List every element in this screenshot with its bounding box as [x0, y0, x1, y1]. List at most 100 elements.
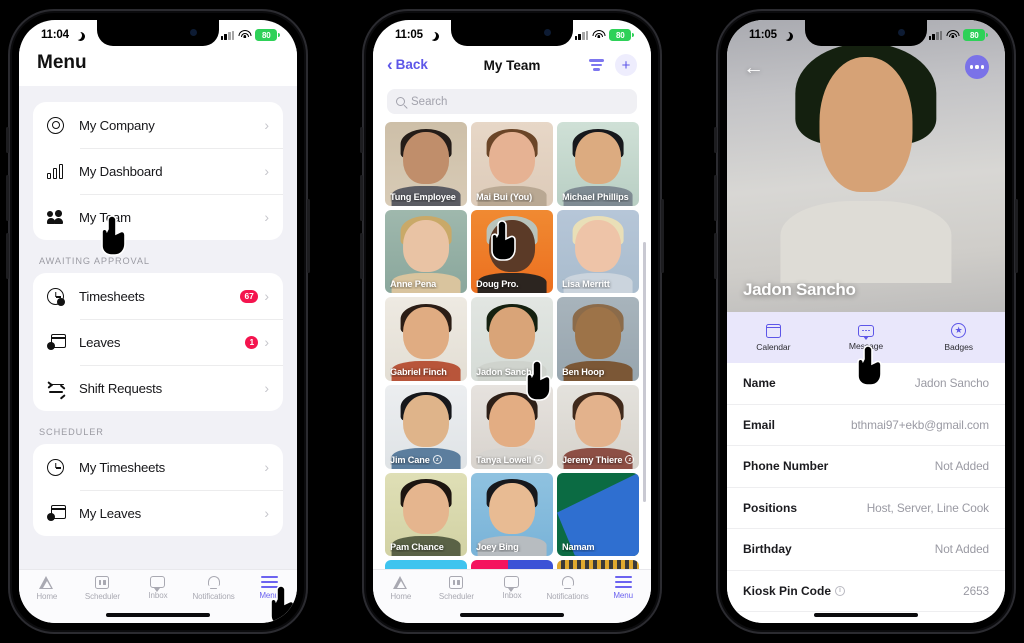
power-button[interactable] [1015, 199, 1018, 273]
chevron-right-icon: › [264, 380, 269, 396]
battery-level: 80 [963, 29, 986, 41]
team-member-tile[interactable]: Namam [557, 472, 639, 557]
detail-key: Positions [743, 500, 798, 515]
info-icon[interactable]: i [835, 585, 846, 596]
menu-item-label: My Leaves [79, 505, 141, 521]
detail-value: Not Added [934, 459, 989, 474]
volume-up-button[interactable] [714, 175, 717, 221]
volume-down-button[interactable] [360, 233, 363, 279]
tab-label: Scheduler [438, 592, 474, 601]
chevron-right-icon: › [264, 459, 269, 475]
menu-item-my-company[interactable]: My Company › [33, 102, 283, 148]
more-options-icon[interactable] [965, 55, 989, 79]
menu-item-my-dashboard[interactable]: My Dashboard › [33, 148, 283, 194]
team-member-tile[interactable]: Pam Chance [385, 472, 467, 557]
gear-icon [47, 116, 79, 134]
team-member-tile[interactable] [557, 560, 639, 569]
nav-actions: + [589, 54, 637, 76]
team-member-tile[interactable]: Tung Employee [385, 122, 467, 206]
team-member-tile[interactable]: Jim Cane z [385, 384, 467, 469]
team-member-tile[interactable]: Jeremy Thiere z [557, 384, 639, 469]
silent-switch[interactable] [6, 127, 9, 153]
menu-item-timesheets[interactable]: Timesheets 67 › [33, 273, 283, 319]
status-badge: 67 [240, 289, 259, 303]
team-member-tile[interactable]: Mai Bui (You) [471, 122, 553, 206]
status-time: 11:05 [749, 29, 777, 41]
detail-value: 2653 [963, 583, 989, 598]
tab-inbox[interactable]: Inbox [130, 576, 186, 600]
menu-item-my-timesheets[interactable]: My Timesheets › [33, 444, 283, 490]
tab-label: Home [36, 592, 58, 601]
action-label: Badges [944, 342, 973, 352]
team-member-tile[interactable] [385, 560, 467, 569]
scheduler-icon [95, 576, 110, 589]
calendar-minus-icon [47, 505, 79, 521]
battery-tip [986, 32, 988, 38]
member-name: Jim Cane z [390, 455, 462, 465]
team-member-tile[interactable] [471, 560, 553, 569]
scrollbar[interactable] [643, 242, 646, 502]
plus-icon[interactable]: + [615, 54, 637, 76]
arrow-left-icon[interactable]: ← [743, 57, 764, 78]
volume-up-button[interactable] [360, 175, 363, 221]
tab-notifications[interactable]: Notifications [540, 576, 596, 601]
tab-menu[interactable]: Menu [241, 576, 297, 600]
action-calendar[interactable]: Calendar [727, 323, 820, 352]
team-member-tile[interactable]: Joey Bing [471, 472, 553, 557]
tab-label: Home [390, 592, 412, 601]
home-indicator [106, 612, 210, 617]
back-button[interactable]: ‹ Back [387, 56, 428, 73]
tab-scheduler[interactable]: Scheduler [75, 576, 131, 601]
power-button[interactable] [661, 199, 664, 273]
menu-item-leaves[interactable]: Leaves 1 › [33, 319, 283, 365]
menu-item-my-team[interactable]: My Team › [33, 194, 283, 240]
team-grid-container[interactable]: Tung Employee Mai Bui (You) Michael Phil… [373, 122, 651, 569]
volume-up-button[interactable] [6, 175, 9, 221]
back-label: Back [395, 57, 428, 73]
navigation-bar: ‹ Back My Team + [373, 48, 651, 82]
detail-key: Kiosk Pin Code i [743, 584, 846, 598]
tab-inbox[interactable]: Inbox [484, 576, 540, 600]
power-button[interactable] [307, 199, 310, 273]
silent-switch[interactable] [714, 127, 717, 153]
message-icon [858, 324, 874, 340]
search-input[interactable]: Search [387, 89, 637, 114]
team-member-tile[interactable]: Tanya Lowell z [471, 384, 553, 469]
volume-down-button[interactable] [714, 233, 717, 279]
menu-item-label: My Company [79, 117, 155, 133]
team-member-tile[interactable]: Ben Hoop [557, 297, 639, 381]
team-member-tile[interactable]: Doug Pro. [471, 209, 553, 294]
tab-scheduler[interactable]: Scheduler [429, 576, 485, 601]
action-badges[interactable]: ★ Badges [912, 323, 1005, 352]
team-member-tile[interactable]: Michael Phillips [557, 122, 639, 206]
menu-item-my-leaves[interactable]: My Leaves › [33, 490, 283, 536]
member-name: Ben Hoop [562, 366, 605, 377]
chevron-right-icon: › [264, 334, 269, 350]
menu-item-shift-requests[interactable]: Shift Requests › [33, 365, 283, 411]
member-name: Tanya Lowell z [476, 455, 548, 465]
status-badge: 1 [245, 335, 259, 349]
team-member-tile[interactable]: Jadon Sancho [471, 297, 553, 381]
tab-notifications[interactable]: Notifications [186, 576, 242, 601]
team-member-tile[interactable]: Gabriel Finch [385, 297, 467, 381]
member-name: Anne Pena [390, 279, 437, 290]
action-message[interactable]: Message [820, 324, 913, 351]
tab-label: Inbox [148, 591, 168, 600]
status-time: 11:05 [395, 29, 423, 41]
tab-home[interactable]: Home [19, 576, 75, 601]
tab-menu[interactable]: Menu [595, 576, 651, 600]
tab-home[interactable]: Home [373, 576, 429, 601]
silent-switch[interactable] [360, 127, 363, 153]
status-time-group: 11:05 [395, 29, 436, 41]
battery-icon: 80 [609, 29, 634, 41]
filter-icon[interactable] [589, 59, 604, 71]
action-label: Message [848, 340, 884, 351]
member-name: Lisa Merritt [562, 279, 610, 290]
phone-screen: 11:05 80 ← Jadon Sancho Calendar Message… [727, 20, 1005, 623]
team-member-tile[interactable]: Anne Pena [385, 209, 467, 294]
menu-icon [614, 576, 632, 589]
clock-icon [47, 458, 79, 476]
team-member-tile[interactable]: Lisa Merritt [557, 209, 639, 294]
profile-hero: 11:05 80 ← Jadon Sancho [727, 20, 1005, 312]
volume-down-button[interactable] [6, 233, 9, 279]
